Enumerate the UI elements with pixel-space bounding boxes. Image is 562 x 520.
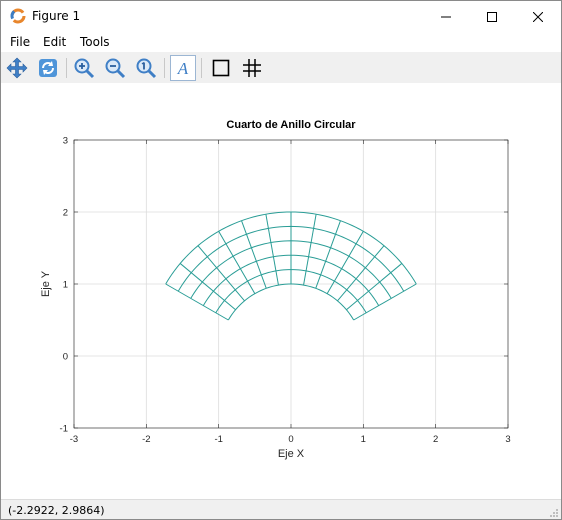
cursor-coordinates: (-2.2922, 2.9864) xyxy=(8,504,105,517)
toolbar-separator xyxy=(201,58,202,78)
zoom-reset-icon xyxy=(136,58,157,79)
x-tick-label: 1 xyxy=(361,434,366,445)
axes-box-icon xyxy=(212,59,230,77)
pan-icon xyxy=(6,57,28,79)
y-tick-label: 2 xyxy=(63,208,68,219)
resize-grip-icon[interactable] xyxy=(549,508,559,518)
maximize-button[interactable] xyxy=(469,1,515,32)
y-tick-label: 3 xyxy=(63,136,68,147)
mesh-radial-line xyxy=(303,214,317,286)
figure-window: Figure 1 File Edit Tools A -3 -2 -1 0 1 … xyxy=(0,0,562,520)
menu-file[interactable]: File xyxy=(10,35,30,49)
chart-title: Cuarto de Anillo Circular xyxy=(226,119,356,131)
x-tick-label: -2 xyxy=(142,434,150,445)
toolbar-separator xyxy=(66,58,67,78)
x-tick-label: -3 xyxy=(70,434,78,445)
minimize-icon xyxy=(441,16,451,17)
plot-svg[interactable]: -3 -2 -1 0 1 2 3 -1 0 1 2 3 Cuarto de Anillo Circul… xyxy=(1,83,561,499)
rotate-icon xyxy=(39,59,57,77)
minimize-button[interactable] xyxy=(423,1,469,32)
insert-text-button[interactable]: A xyxy=(170,55,196,81)
grid-button[interactable] xyxy=(239,55,265,81)
pan-button[interactable] xyxy=(4,55,30,81)
x-tick-label: 0 xyxy=(288,434,293,445)
y-tick-label: 0 xyxy=(63,352,68,363)
title-bar: Figure 1 xyxy=(1,1,561,32)
status-bar: (-2.2922, 2.9864) xyxy=(1,499,561,519)
insert-text-icon: A xyxy=(177,59,189,78)
x-tick-label: 2 xyxy=(433,434,438,445)
maximize-icon xyxy=(487,11,497,22)
svg-text:A: A xyxy=(177,59,189,78)
octave-logo-icon xyxy=(10,8,26,24)
y-axis-label: Eje Y xyxy=(40,270,52,297)
menu-edit[interactable]: Edit xyxy=(43,35,66,49)
menu-tools[interactable]: Tools xyxy=(80,35,110,49)
x-axis-label: Eje X xyxy=(278,448,305,460)
close-icon xyxy=(533,11,543,22)
mesh-radial-line xyxy=(179,263,236,311)
zoom-in-button[interactable] xyxy=(71,55,97,81)
x-tick-label: 3 xyxy=(505,434,510,445)
x-tick-label: -1 xyxy=(214,434,222,445)
zoom-out-button[interactable] xyxy=(102,55,128,81)
axis-ticks: -3 -2 -1 0 1 2 3 -1 0 1 2 3 xyxy=(60,136,511,446)
close-button[interactable] xyxy=(515,1,561,32)
menu-bar: File Edit Tools xyxy=(1,32,561,52)
rotate-button[interactable] xyxy=(35,55,61,81)
y-tick-label: -1 xyxy=(60,424,68,435)
mesh-radial-line xyxy=(346,263,403,311)
zoom-in-icon xyxy=(74,58,95,79)
toolbar: A xyxy=(1,52,561,83)
grid-icon xyxy=(243,59,261,77)
mesh-radial-line xyxy=(265,214,279,286)
window-title: Figure 1 xyxy=(32,9,81,23)
zoom-out-icon xyxy=(105,58,126,79)
figure-canvas[interactable]: -3 -2 -1 0 1 2 3 -1 0 1 2 3 Cuarto de Anillo Circul… xyxy=(1,83,561,499)
axes-box-button[interactable] xyxy=(208,55,234,81)
zoom-reset-button[interactable] xyxy=(133,55,159,81)
y-tick-label: 1 xyxy=(63,280,68,291)
toolbar-separator xyxy=(164,58,165,78)
